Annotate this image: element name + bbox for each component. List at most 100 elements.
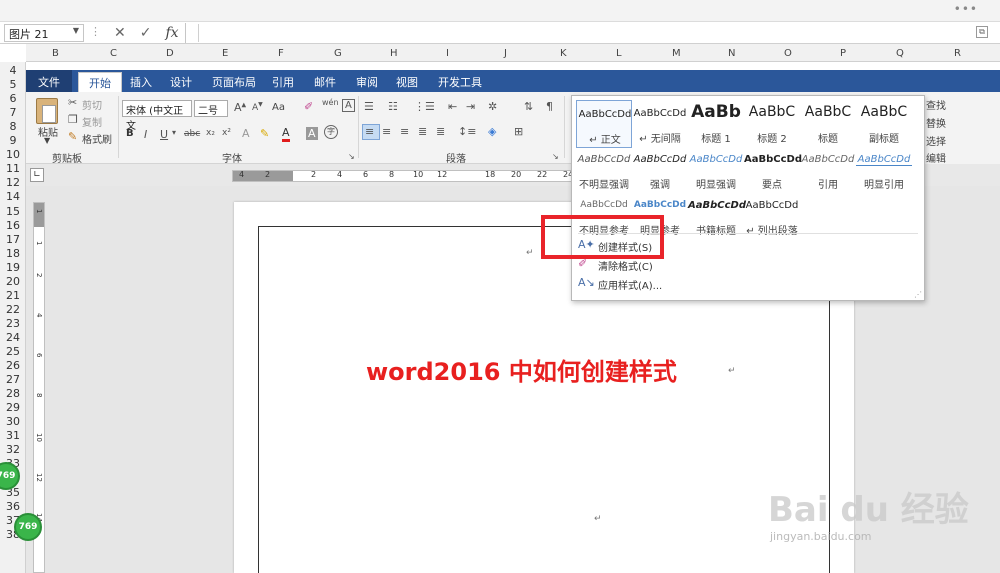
row-header[interactable]: 15 (0, 205, 26, 218)
increase-indent-icon[interactable]: ⇥ (466, 100, 475, 113)
column-header[interactable]: J (504, 48, 507, 59)
distributed-icon[interactable]: ≣ (436, 125, 445, 138)
replace-button[interactable]: 替换 (926, 115, 946, 130)
style-title[interactable]: AaBbC 标题 (800, 100, 856, 148)
row-header[interactable]: 31 (0, 429, 26, 442)
align-center-icon[interactable]: ≡ (382, 125, 391, 138)
format-painter-icon[interactable]: ✎ (68, 130, 77, 143)
resize-grip-icon[interactable]: ⋰ (914, 290, 922, 299)
row-header[interactable]: 19 (0, 261, 26, 274)
text-effects-icon[interactable]: A (242, 127, 250, 140)
change-case-button[interactable]: Aa (272, 102, 285, 113)
tab-file[interactable]: 文件 (26, 70, 72, 92)
fx-icon[interactable]: fx (165, 25, 178, 41)
style-intense-emphasis[interactable]: AaBbCcDd 明显强调 (688, 146, 744, 194)
font-size-combo[interactable]: 二号 (194, 100, 228, 117)
row-header[interactable]: 11 (0, 162, 26, 175)
superscript-icon[interactable]: x² (222, 128, 231, 138)
check-icon[interactable]: ✓ (140, 25, 152, 41)
row-header[interactable]: 18 (0, 247, 26, 260)
line-spacing-icon[interactable]: ↕≡ (458, 125, 476, 138)
row-header[interactable]: 5 (0, 78, 26, 91)
tab-insert[interactable]: 插入 (130, 74, 152, 90)
row-header[interactable]: 14 (0, 190, 26, 203)
align-left-icon[interactable]: ≡ (365, 125, 374, 138)
select-button[interactable]: 选择 (926, 133, 946, 148)
row-header[interactable]: 28 (0, 387, 26, 400)
font-launcher-icon[interactable]: ↘ (348, 152, 355, 161)
cut-button[interactable]: 剪切 (82, 97, 102, 112)
floating-badge[interactable]: 769 (14, 513, 42, 541)
column-header[interactable]: F (278, 48, 284, 59)
row-header[interactable]: 30 (0, 415, 26, 428)
underline-icon[interactable]: U (160, 128, 168, 141)
show-marks-icon[interactable]: ¶ (546, 100, 553, 113)
char-shading-icon[interactable]: A (306, 127, 318, 140)
row-header[interactable]: 24 (0, 331, 26, 344)
row-header[interactable]: 10 (0, 148, 26, 161)
row-header[interactable]: 27 (0, 373, 26, 386)
scissors-icon[interactable]: ✂ (68, 96, 77, 109)
style-strong[interactable]: AaBbCcDd 要点 (744, 146, 802, 194)
style-emphasis[interactable]: AaBbCcDd 强调 (632, 146, 688, 194)
column-header[interactable]: Q (896, 48, 904, 59)
row-header[interactable]: 32 (0, 443, 26, 456)
column-header[interactable]: E (222, 48, 228, 59)
column-header[interactable]: K (560, 48, 567, 59)
row-header[interactable]: 8 (0, 120, 26, 133)
paste-icon[interactable] (36, 98, 58, 124)
shading-icon[interactable]: ◈ (488, 125, 496, 138)
asian-layout-icon[interactable]: ✲ (488, 100, 497, 113)
sort-icon[interactable]: ⇅ (524, 100, 533, 113)
paste-chevron-icon[interactable]: ▼ (44, 136, 50, 145)
row-header[interactable]: 22 (0, 303, 26, 316)
justify-icon[interactable]: ≣ (418, 125, 427, 138)
shrink-font-icon[interactable]: A▼ (252, 101, 263, 113)
row-header[interactable]: 4 (0, 64, 26, 77)
row-header[interactable]: 20 (0, 275, 26, 288)
row-header[interactable]: 7 (0, 106, 26, 119)
row-header[interactable]: 9 (0, 134, 26, 147)
style-quote[interactable]: AaBbCcDd 引用 (800, 146, 856, 194)
chevron-down-icon[interactable]: ▼ (73, 26, 79, 35)
bullets-icon[interactable]: ☰ (364, 100, 374, 113)
decrease-indent-icon[interactable]: ⇤ (448, 100, 457, 113)
row-header[interactable]: 6 (0, 92, 26, 105)
row-header[interactable]: 36 (0, 500, 26, 513)
copy-icon[interactable]: ❐ (68, 113, 78, 126)
phonetic-guide-icon[interactable]: wén (322, 98, 339, 107)
multilevel-list-icon[interactable]: ⋮☰ (414, 100, 435, 113)
column-header[interactable]: B (52, 48, 59, 59)
borders-icon[interactable]: ⊞ (514, 125, 523, 138)
tab-review[interactable]: 审阅 (356, 74, 378, 90)
column-header[interactable]: C (110, 48, 117, 59)
apply-style-menu-item[interactable]: A↘ 应用样式(A)... (576, 274, 916, 292)
format-painter-button[interactable]: 格式刷 (82, 131, 112, 146)
enclosed-char-icon[interactable]: 字 (324, 125, 338, 139)
row-header[interactable]: 17 (0, 233, 26, 246)
cancel-icon[interactable]: ✕ (114, 25, 126, 41)
column-header[interactable]: L (616, 48, 622, 59)
tab-home[interactable]: 开始 (78, 72, 122, 92)
more-options-icon[interactable]: ••• (954, 2, 978, 16)
copy-button[interactable]: 复制 (82, 114, 102, 129)
bold-icon[interactable]: B (126, 128, 134, 139)
paragraph-launcher-icon[interactable]: ↘ (552, 152, 559, 161)
row-header[interactable]: 23 (0, 317, 26, 330)
italic-icon[interactable]: I (144, 128, 147, 141)
style-subtitle[interactable]: AaBbC 副标题 (856, 100, 912, 148)
column-header[interactable]: G (334, 48, 342, 59)
style-no-spacing[interactable]: AaBbCcDd ↵ 无间隔 (632, 100, 688, 148)
formula-input[interactable] (198, 24, 996, 42)
tab-selector-icon[interactable]: ∟ (30, 168, 44, 182)
column-header[interactable]: N (728, 48, 735, 59)
column-header[interactable]: O (784, 48, 792, 59)
column-header[interactable]: P (840, 48, 846, 59)
tab-design[interactable]: 设计 (170, 74, 192, 90)
highlight-icon[interactable]: ✎ (260, 127, 269, 140)
numbering-icon[interactable]: ☷ (388, 100, 398, 113)
style-intense-quote[interactable]: AaBbCcDd 明显引用 (856, 146, 912, 194)
tab-page-layout[interactable]: 页面布局 (212, 74, 256, 90)
clear-format-icon[interactable]: ✐ (304, 100, 313, 113)
style-heading-1[interactable]: AaBb 标题 1 (688, 100, 744, 148)
